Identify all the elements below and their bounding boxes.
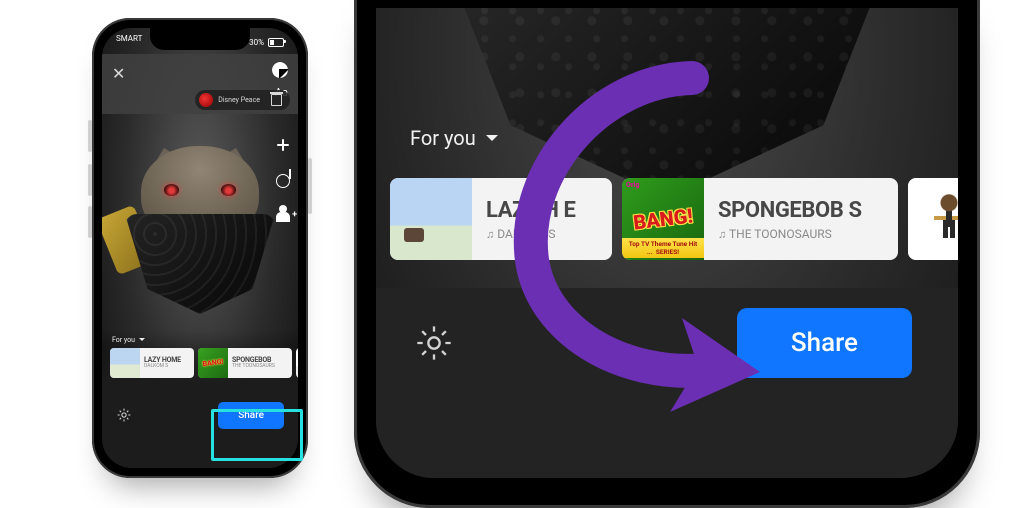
share-button[interactable]: Share — [218, 402, 284, 429]
story-settings-button[interactable] — [116, 407, 132, 423]
song-title: LAZY H E — [486, 198, 576, 223]
battery-pct: 30% — [249, 38, 264, 47]
carrier-label: SMART — [116, 34, 142, 50]
effects-icon[interactable] — [274, 136, 292, 154]
song-artist: ♫ DALKOM S — [486, 227, 576, 241]
song-artist: DALKOM S — [144, 364, 181, 369]
song-card[interactable]: SPONGEBOB THE TOONOSAURS — [198, 348, 292, 378]
song-art — [198, 348, 228, 378]
tag-people-icon[interactable] — [274, 208, 292, 226]
chevron-down-icon — [486, 135, 498, 147]
share-row: Share — [102, 378, 298, 468]
song-artist: ♫ THE TOONOSAURS — [718, 227, 862, 241]
song-art — [110, 348, 140, 378]
bottom-panel: For you LAZY HOME DALKOM S SPONGEBOB THE… — [102, 330, 298, 468]
sound-pill-bar: Disney Peace — [102, 90, 298, 110]
music-suggestions[interactable]: LAZY HOME DALKOM S SPONGEBOB THE TOONOSA… — [102, 348, 298, 378]
song-card[interactable] — [296, 348, 298, 378]
music-section-label: For you — [410, 126, 476, 150]
song-card[interactable]: LAZY HOME DALKOM S — [110, 348, 194, 378]
battery-icon — [268, 38, 284, 47]
song-art — [296, 348, 298, 378]
phone-notch — [150, 28, 250, 50]
song-card[interactable]: LAZY H E ♫ DALKOM S — [390, 178, 612, 260]
sound-title: Disney Peace — [218, 96, 260, 104]
editor-side-tools — [274, 136, 292, 226]
phone-mockup: SMART 30% ✕ Aa — [92, 18, 308, 478]
song-art — [908, 178, 958, 260]
music-section-picker[interactable]: For you — [102, 336, 298, 348]
share-row: Share — [376, 308, 958, 378]
chevron-down-icon — [139, 338, 145, 344]
song-artist: THE TOONOSAURS — [232, 364, 275, 369]
song-card[interactable] — [908, 178, 958, 260]
music-icon[interactable] — [274, 172, 292, 190]
music-suggestions[interactable]: LAZY H E ♫ DALKOM S Orig SPONGEBOB S ♫ T… — [390, 178, 958, 260]
zoomed-phone-bottom: For you LAZY H E ♫ DALKOM S Orig SPONGEB… — [354, 0, 980, 508]
zoom-screen: For you LAZY H E ♫ DALKOM S Orig SPONGEB… — [376, 8, 958, 478]
sound-thumbnail — [199, 93, 213, 107]
sticker-icon[interactable] — [272, 62, 288, 78]
phone-screen: SMART 30% ✕ Aa — [102, 28, 298, 468]
close-button[interactable]: ✕ — [112, 62, 125, 82]
sound-pill[interactable]: Disney Peace — [195, 90, 290, 110]
story-settings-button[interactable] — [414, 323, 454, 363]
song-card[interactable]: Orig SPONGEBOB S ♫ THE TOONOSAURS — [622, 178, 898, 260]
share-button[interactable]: Share — [737, 308, 912, 378]
song-art — [390, 178, 472, 260]
music-section-label: For you — [112, 336, 135, 344]
cat-illustration — [120, 124, 280, 324]
song-art: Orig — [622, 178, 704, 260]
music-section-picker[interactable]: For you — [410, 126, 498, 150]
song-title: SPONGEBOB S — [718, 198, 862, 223]
remove-sound-icon[interactable] — [271, 94, 282, 106]
